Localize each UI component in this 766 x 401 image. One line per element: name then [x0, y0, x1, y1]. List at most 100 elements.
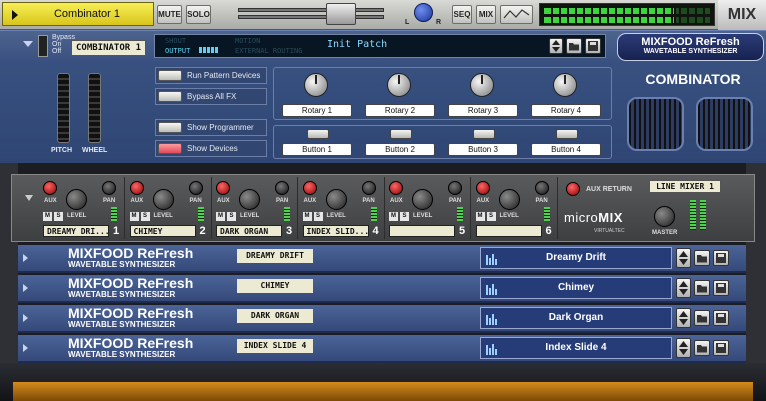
seq-button[interactable]: SEQ: [452, 5, 472, 24]
channel-label[interactable]: DARK ORGAN: [216, 225, 282, 237]
pan-knob[interactable]: [414, 3, 433, 22]
bypass-all-fx-button[interactable]: Bypass All FX: [155, 88, 267, 105]
patch-display[interactable]: Dark Organ: [480, 307, 672, 329]
browse-patch-button[interactable]: [694, 280, 710, 296]
button-4[interactable]: [556, 129, 578, 139]
rotary-2-label[interactable]: Rotary 2: [365, 104, 435, 117]
channel-label[interactable]: DREAMY DRI...: [43, 225, 109, 237]
pan-knob[interactable]: [275, 181, 289, 195]
device-tape-label[interactable]: CHIMEY: [237, 279, 313, 293]
patch-updown-button[interactable]: [676, 338, 691, 358]
solo-button[interactable]: S: [227, 212, 236, 221]
aux-send-knob[interactable]: [216, 181, 230, 195]
pan-knob[interactable]: [534, 181, 549, 195]
channel-fader-handle[interactable]: [326, 3, 356, 25]
rotary-4-label[interactable]: Rotary 4: [531, 104, 601, 117]
save-patch-button[interactable]: [713, 250, 729, 266]
button-2-label[interactable]: Button 2: [365, 143, 435, 156]
solo-button[interactable]: S: [400, 212, 409, 221]
aux-send-knob[interactable]: [302, 181, 317, 195]
solo-button[interactable]: S: [140, 212, 150, 221]
mute-button[interactable]: M: [43, 212, 52, 221]
level-knob[interactable]: [412, 189, 433, 210]
rotary-1-knob[interactable]: [304, 73, 328, 97]
patch-updown-button[interactable]: [549, 38, 563, 54]
device-tape-label[interactable]: DARK ORGAN: [237, 309, 313, 323]
pan-knob[interactable]: [188, 181, 203, 195]
rotary-2-knob[interactable]: [387, 73, 411, 97]
patch-updown-button[interactable]: [676, 278, 691, 298]
device-name-tab[interactable]: Combinator 1: [2, 2, 154, 26]
mute-button[interactable]: M: [389, 212, 398, 221]
mod-wheel[interactable]: [88, 73, 101, 143]
button-1[interactable]: [307, 129, 329, 139]
pitch-wheel[interactable]: [57, 73, 70, 143]
level-knob[interactable]: [152, 189, 174, 210]
channel-label[interactable]: [475, 225, 542, 237]
rotary-1-label[interactable]: Rotary 1: [282, 104, 352, 117]
solo-button[interactable]: S: [313, 212, 323, 221]
solo-button[interactable]: S: [54, 212, 63, 221]
channel-label[interactable]: [389, 225, 455, 237]
patch-updown-button[interactable]: [676, 308, 691, 328]
browse-patch-button[interactable]: [694, 340, 710, 356]
rotary-4-knob[interactable]: [553, 73, 577, 97]
waveform-button[interactable]: [500, 5, 533, 24]
solo-button[interactable]: S: [486, 212, 496, 221]
rotary-3-label[interactable]: Rotary 3: [448, 104, 518, 117]
pan-knob[interactable]: [448, 181, 462, 195]
channel-label[interactable]: INDEX SLID...: [302, 225, 369, 237]
fold-arrow-icon[interactable]: [23, 284, 28, 292]
mute-button[interactable]: M: [129, 212, 139, 221]
save-patch-button[interactable]: [713, 310, 729, 326]
aux-send-knob[interactable]: [129, 181, 144, 195]
button-2[interactable]: [390, 129, 412, 139]
rotary-3-knob[interactable]: [470, 73, 494, 97]
fold-arrow-icon[interactable]: [23, 254, 28, 262]
show-programmer-button[interactable]: Show Programmer: [155, 119, 267, 136]
save-patch-button[interactable]: [585, 38, 601, 54]
aux-send-knob[interactable]: [43, 181, 57, 195]
save-patch-button[interactable]: [713, 340, 729, 356]
level-knob[interactable]: [239, 189, 260, 210]
patch-display[interactable]: Index Slide 4: [480, 337, 672, 359]
aux-send-knob[interactable]: [475, 181, 490, 195]
browse-patch-button[interactable]: [694, 250, 710, 266]
fold-arrow-icon[interactable]: [23, 344, 28, 352]
aux-send-knob[interactable]: [389, 181, 403, 195]
fold-arrow-icon[interactable]: [23, 41, 33, 47]
mix-button[interactable]: MIX: [476, 5, 496, 24]
level-knob[interactable]: [498, 189, 520, 210]
level-knob[interactable]: [325, 189, 347, 210]
browse-patch-button[interactable]: [566, 38, 582, 54]
device-tape-label[interactable]: DREAMY DRIFT: [237, 249, 313, 263]
patch-display[interactable]: Dreamy Drift: [480, 247, 672, 269]
patch-updown-button[interactable]: [676, 248, 691, 268]
master-knob[interactable]: [654, 206, 675, 227]
device-tape-label[interactable]: INDEX SLIDE 4: [237, 339, 313, 353]
pan-knob[interactable]: [102, 181, 116, 195]
pan-knob[interactable]: [361, 181, 376, 195]
mute-button[interactable]: M: [302, 212, 312, 221]
button-3[interactable]: [473, 129, 495, 139]
level-knob[interactable]: [66, 189, 87, 210]
run-pattern-devices-button[interactable]: Run Pattern Devices: [155, 67, 267, 84]
aux-return-knob[interactable]: [566, 182, 580, 196]
button-4-label[interactable]: Button 4: [531, 143, 601, 156]
show-devices-button[interactable]: Show Devices: [155, 140, 267, 157]
mute-button[interactable]: M: [475, 212, 485, 221]
button-1-label[interactable]: Button 1: [282, 143, 352, 156]
button-3-label[interactable]: Button 3: [448, 143, 518, 156]
bypass-switch[interactable]: [38, 35, 48, 57]
fold-arrow-icon[interactable]: [23, 314, 28, 322]
patch-display[interactable]: Chimey: [480, 277, 672, 299]
micromix-fold-icon[interactable]: [25, 195, 33, 201]
patch-name[interactable]: Init Patch: [327, 38, 545, 52]
mute-button[interactable]: M: [216, 212, 225, 221]
micromix-device-label[interactable]: LINE MIXER 1: [649, 180, 721, 193]
solo-button[interactable]: SOLO: [186, 5, 211, 24]
combinator-device-label[interactable]: COMBINATOR 1: [71, 40, 146, 56]
channel-label[interactable]: CHIMEY: [129, 225, 196, 237]
mute-button[interactable]: MUTE: [157, 5, 182, 24]
save-patch-button[interactable]: [713, 280, 729, 296]
